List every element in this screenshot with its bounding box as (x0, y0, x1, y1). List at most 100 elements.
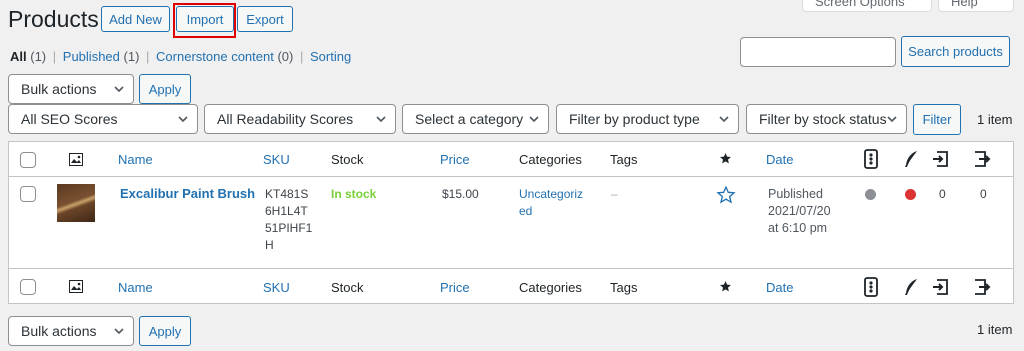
items-count-top: 1 item (977, 112, 1013, 127)
readability-feather-icon[interactable] (903, 150, 919, 168)
sku-line: 6H1L4T (265, 204, 308, 218)
seo-score-icon[interactable] (864, 277, 878, 297)
links-in-count: 0 (939, 187, 946, 201)
internal-links-out-icon[interactable] (971, 277, 991, 297)
views-list: All (1) | Published (1) | Cornerstone co… (10, 49, 351, 64)
column-categories: Categories (519, 152, 582, 167)
column-price-footer[interactable]: Price (440, 280, 470, 295)
view-published[interactable]: Published (63, 49, 120, 64)
product-name-link[interactable]: Excalibur Paint Brush (120, 186, 255, 201)
column-name-footer[interactable]: Name (118, 280, 153, 295)
stock-status-filter[interactable]: Filter by stock status (746, 104, 907, 134)
readability-filter[interactable]: All Readability Scores (204, 104, 396, 134)
column-tags-footer: Tags (610, 280, 638, 295)
internal-links-out-icon[interactable] (971, 149, 991, 169)
category-line: ed (519, 204, 533, 218)
view-published-label: Published (62, 49, 120, 64)
column-categories-footer: Categories (519, 280, 582, 295)
column-sku[interactable]: SKU (263, 152, 290, 167)
table-header-row: Name SKU Stock Price Categories Tags Dat… (9, 142, 1013, 178)
products-table: Name SKU Stock Price Categories Tags Dat… (8, 141, 1014, 304)
category-line: Uncategoriz (519, 187, 584, 201)
view-cornerstone[interactable]: Cornerstone content (156, 49, 274, 64)
seo-filter-label: All SEO Scores (21, 111, 118, 127)
view-cornerstone-count: (0) (277, 49, 294, 64)
page-title: Products (8, 6, 99, 32)
help-label: Help (951, 0, 978, 9)
column-price[interactable]: Price (440, 152, 470, 167)
screen-options-tab[interactable]: Screen Options (802, 0, 932, 12)
select-all-checkbox[interactable] (20, 152, 36, 168)
featured-star-outline-icon[interactable] (716, 185, 736, 205)
product-date: Published 2021/07/20 at 6:10 pm (768, 186, 831, 237)
seo-score-icon[interactable] (864, 149, 878, 169)
apply-button-top[interactable]: Apply (139, 74, 191, 104)
image-icon (69, 280, 83, 293)
search-input[interactable] (740, 37, 896, 67)
select-all-checkbox-footer[interactable] (20, 279, 36, 295)
filter-button[interactable]: Filter (913, 104, 961, 135)
date-value: 2021/07/20 (768, 204, 831, 218)
readability-feather-icon[interactable] (903, 278, 919, 296)
sku-line: H (265, 238, 274, 252)
image-icon (69, 153, 83, 166)
separator: | (146, 49, 150, 64)
import-highlight-box (173, 3, 236, 38)
readability-filter-label: All Readability Scores (217, 111, 354, 127)
separator: | (52, 49, 57, 64)
featured-star-icon[interactable] (719, 280, 732, 293)
product-thumbnail[interactable] (57, 184, 95, 222)
chevron-down-icon (376, 116, 386, 123)
sku-line: KT481S (265, 187, 309, 201)
view-all[interactable]: All (10, 49, 27, 64)
view-sorting-label: Sorting (310, 49, 352, 64)
column-date-footer[interactable]: Date (766, 280, 793, 295)
category-filter[interactable]: Select a category (402, 104, 549, 134)
bulk-actions-select-bottom[interactable]: Bulk actions (8, 316, 134, 346)
table-footer-row: Name SKU Stock Price Categories Tags Dat… (9, 269, 1013, 305)
stock-status-filter-label: Filter by stock status (759, 111, 887, 127)
chevron-down-icon (887, 116, 897, 123)
search-products-button[interactable]: Search products (901, 36, 1010, 67)
bulk-actions-label: Bulk actions (21, 323, 97, 339)
chevron-down-icon (114, 86, 124, 93)
sku-line: 51PIHF1 (265, 221, 313, 235)
view-all-label: All (10, 49, 27, 64)
table-row: Excalibur Paint Brush KT481S 6H1L4T 51PI… (9, 177, 1013, 267)
chevron-down-icon (719, 116, 729, 123)
category-link[interactable]: Uncategoriz ed (519, 186, 583, 220)
help-tab[interactable]: Help (938, 0, 1014, 12)
column-stock-footer: Stock (331, 280, 364, 295)
chevron-down-icon (178, 116, 188, 123)
featured-star-icon[interactable] (719, 152, 732, 165)
bulk-actions-label: Bulk actions (21, 81, 97, 97)
row-checkbox[interactable] (20, 186, 36, 202)
product-price: $15.00 (442, 187, 479, 201)
screen-options-label: Screen Options (815, 0, 905, 9)
chevron-down-icon (529, 116, 539, 123)
view-all-count: (1) (30, 49, 47, 64)
separator: | (299, 49, 304, 64)
seo-score-dot (865, 189, 876, 200)
column-name[interactable]: Name (118, 152, 153, 167)
product-tags: – (611, 187, 618, 201)
stock-status: In stock (331, 187, 377, 201)
product-sku: KT481S 6H1L4T 51PIHF1 H (265, 186, 312, 254)
view-sorting[interactable]: Sorting (310, 49, 351, 64)
view-published-count: (1) (123, 49, 140, 64)
date-status: Published (768, 187, 823, 201)
apply-button-bottom[interactable]: Apply (139, 316, 191, 346)
add-new-button[interactable]: Add New (101, 6, 170, 32)
internal-links-in-icon[interactable] (931, 277, 951, 297)
column-sku-footer[interactable]: SKU (263, 280, 290, 295)
items-count-bottom: 1 item (977, 322, 1013, 337)
product-type-filter[interactable]: Filter by product type (556, 104, 739, 134)
internal-links-in-icon[interactable] (931, 149, 951, 169)
category-filter-label: Select a category (415, 111, 524, 127)
seo-score-filter[interactable]: All SEO Scores (8, 104, 198, 134)
bulk-actions-select-top[interactable]: Bulk actions (8, 74, 134, 104)
links-out-count: 0 (980, 187, 987, 201)
export-button[interactable]: Export (237, 6, 293, 32)
column-stock: Stock (331, 152, 364, 167)
column-date[interactable]: Date (766, 152, 793, 167)
